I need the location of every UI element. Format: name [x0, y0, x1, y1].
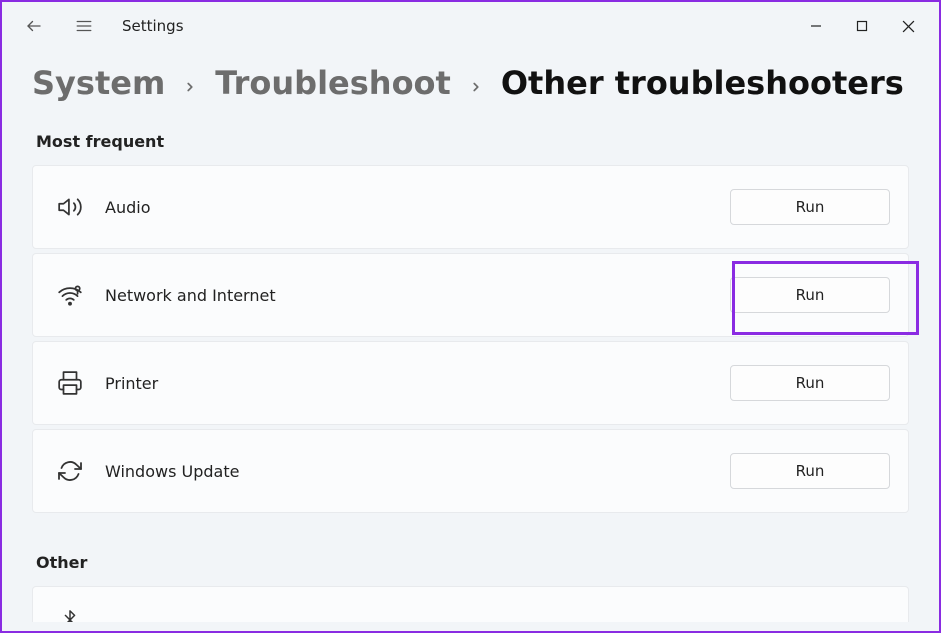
troubleshooter-card-other-peek — [32, 586, 909, 622]
titlebar: Settings — [2, 2, 939, 50]
menu-button[interactable] — [72, 14, 96, 38]
back-button[interactable] — [22, 14, 46, 38]
run-button-audio[interactable]: Run — [730, 189, 890, 225]
section-title-most-frequent: Most frequent — [36, 132, 909, 151]
chevron-right-icon — [469, 75, 483, 99]
minimize-button[interactable] — [793, 10, 839, 42]
audio-icon — [57, 194, 83, 220]
chevron-right-icon — [183, 75, 197, 99]
breadcrumb-system[interactable]: System — [32, 64, 165, 102]
run-button-network[interactable]: Run — [730, 277, 890, 313]
app-title: Settings — [122, 17, 184, 35]
page-title: Other troubleshooters — [501, 64, 904, 102]
breadcrumb-troubleshoot[interactable]: Troubleshoot — [215, 64, 451, 102]
close-button[interactable] — [885, 10, 931, 42]
run-button-printer[interactable]: Run — [730, 365, 890, 401]
troubleshooter-card-audio: Audio Run — [32, 165, 909, 249]
troubleshooter-card-printer: Printer Run — [32, 341, 909, 425]
troubleshooter-card-windows-update: Windows Update Run — [32, 429, 909, 513]
troubleshooter-label: Network and Internet — [105, 286, 276, 305]
window-controls — [793, 10, 931, 42]
maximize-button[interactable] — [839, 10, 885, 42]
bluetooth-icon — [57, 607, 83, 622]
network-icon — [57, 282, 83, 308]
section-title-other: Other — [36, 553, 909, 572]
most-frequent-list: Audio Run Network and Internet Run Print… — [32, 165, 909, 513]
content-area: Most frequent Audio Run Network and Inte… — [2, 132, 939, 622]
update-icon — [57, 458, 83, 484]
troubleshooter-card-network: Network and Internet Run — [32, 253, 909, 337]
other-list — [32, 586, 909, 622]
breadcrumb: System Troubleshoot Other troubleshooter… — [2, 50, 939, 126]
troubleshooter-label: Audio — [105, 198, 150, 217]
troubleshooter-label: Windows Update — [105, 462, 239, 481]
titlebar-left: Settings — [22, 14, 184, 38]
run-button-windows-update[interactable]: Run — [730, 453, 890, 489]
troubleshooter-label: Printer — [105, 374, 158, 393]
printer-icon — [57, 370, 83, 396]
